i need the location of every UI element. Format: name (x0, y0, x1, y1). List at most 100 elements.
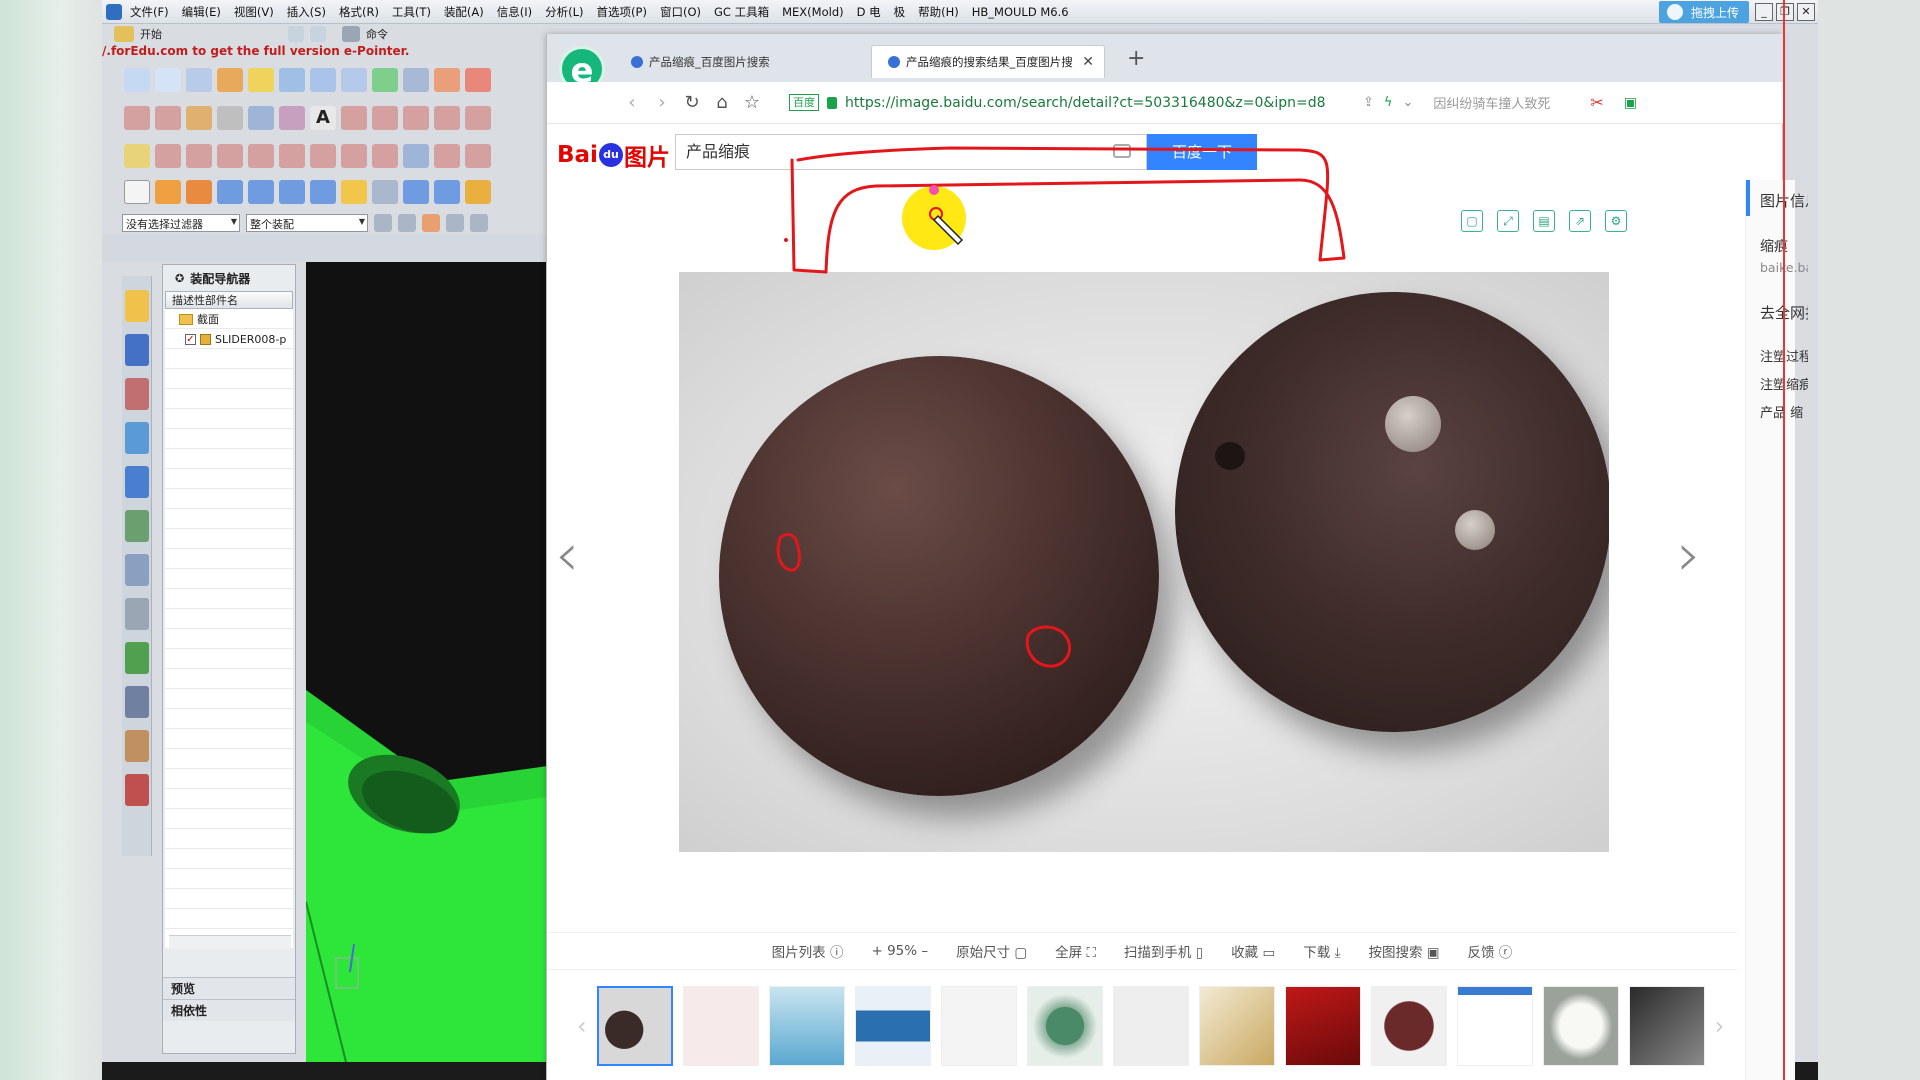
thumb-prev-icon[interactable]: ‹ (577, 1012, 587, 1040)
polygon-icon[interactable] (248, 106, 274, 130)
gear-icon[interactable] (372, 180, 398, 204)
menu-hb-mould[interactable]: HB_MOULD M6.6 (972, 5, 1069, 19)
offset-icon[interactable] (434, 68, 460, 92)
expand-icon[interactable]: ⤢ (1497, 210, 1519, 232)
zoom-control[interactable]: + 95% – (871, 943, 928, 959)
thumbnail-5[interactable] (940, 986, 1017, 1066)
save-icon[interactable]: ▤ (1533, 210, 1555, 232)
thumbnail-3[interactable] (768, 986, 845, 1066)
tree-node-section[interactable]: 截面 (165, 309, 293, 329)
snap-icon-1[interactable] (374, 214, 392, 232)
share-out-icon[interactable]: ⇗ (1569, 210, 1591, 232)
cylinder-icon[interactable] (434, 180, 460, 204)
main-image[interactable] (679, 272, 1609, 852)
snap-icon-3[interactable] (422, 214, 440, 232)
select-icon[interactable] (124, 144, 150, 168)
visibility-checkbox[interactable]: ✓ (185, 333, 196, 345)
search-button[interactable]: 百度一下 (1147, 134, 1257, 170)
image-list-button[interactable]: 图片列表 ⓘ (772, 941, 844, 961)
minimize-button[interactable]: _ (1755, 3, 1773, 21)
thumbnail-2[interactable] (682, 986, 759, 1066)
search-input[interactable]: 产品缩痕 (675, 134, 1147, 170)
url-field[interactable]: 百度 https://image.baidu.com/search/detail… (789, 90, 1349, 116)
restore-button[interactable]: ❐ (1776, 3, 1794, 21)
reuse-library-icon[interactable] (124, 422, 149, 454)
box-icon[interactable] (217, 180, 243, 204)
menu-edit[interactable]: 编辑(E) (182, 4, 221, 20)
menu-electrode[interactable]: D 电 (857, 4, 881, 20)
favorite-button[interactable]: 收藏 ▭ (1231, 941, 1275, 961)
cross-icon[interactable] (248, 144, 274, 168)
box5-icon[interactable] (403, 180, 429, 204)
menu-mex[interactable]: MEX(Mold) (782, 5, 844, 19)
menu-gc-toolbox[interactable]: GC 工具箱 (714, 4, 769, 20)
thumbnail-4[interactable] (854, 986, 931, 1066)
settings-gear-icon[interactable]: ⚙ (1605, 210, 1627, 232)
mesh-icon[interactable] (310, 68, 336, 92)
menu-preferences[interactable]: 首选项(P) (597, 4, 647, 20)
menu-file[interactable]: 文件(F) (130, 4, 169, 20)
sketch-rect-icon[interactable] (124, 68, 150, 92)
extension-icon[interactable]: ▣ (1624, 95, 1637, 111)
roles-icon[interactable] (124, 730, 149, 762)
line-icon[interactable] (124, 106, 150, 130)
fullscreen-button[interactable]: 全屏 ⛶ (1055, 941, 1096, 961)
thumbnail-1[interactable] (596, 986, 673, 1066)
undo-icon[interactable] (288, 26, 304, 42)
close-tab-icon[interactable]: ✕ (1082, 54, 1094, 70)
grid-icon[interactable] (403, 144, 429, 168)
scan-to-phone-button[interactable]: 扫描到手机 ▯ (1124, 941, 1203, 961)
horizontal-scrollbar[interactable] (169, 935, 291, 949)
new-tab-button[interactable]: + (1127, 46, 1145, 71)
wave-icon[interactable] (341, 144, 367, 168)
scope-select[interactable]: 整个装配 (246, 214, 368, 232)
menu-insert[interactable]: 插入(S) (287, 4, 326, 20)
offset-curve-icon[interactable] (434, 106, 460, 130)
type-filter-select[interactable]: 没有选择过滤器 (122, 214, 240, 232)
menu-tools[interactable]: 工具(T) (392, 4, 431, 20)
download-button[interactable]: 下载 ⤓ (1303, 941, 1340, 961)
menu-help[interactable]: 帮助(H) (918, 4, 959, 20)
thumbnail-8[interactable] (1198, 986, 1275, 1066)
search-by-image-button[interactable]: 按图搜索 ▣ (1368, 941, 1439, 961)
preview-section[interactable]: 预览 (163, 977, 295, 999)
tab-search-result[interactable]: 产品缩痕的搜索结果_百度图片搜 ✕ (871, 45, 1105, 78)
fillet-icon[interactable] (341, 106, 367, 130)
menu-assembly[interactable]: 装配(A) (444, 4, 484, 20)
disc-icon[interactable] (341, 180, 367, 204)
reload-icon[interactable]: ↻ (677, 92, 707, 113)
trim-icon[interactable] (403, 68, 429, 92)
arc3-icon[interactable] (465, 144, 491, 168)
share-icon[interactable]: ⇪ (1363, 95, 1374, 110)
thumb-next-icon[interactable]: › (1715, 1012, 1725, 1040)
green-surface-icon[interactable] (372, 68, 398, 92)
close-button[interactable]: ✕ (1797, 3, 1815, 21)
sweep-icon[interactable] (279, 68, 305, 92)
forward-icon[interactable]: › (647, 92, 677, 113)
box4-icon[interactable] (310, 180, 336, 204)
constraint-navigator-icon[interactable] (124, 334, 149, 366)
sketch-plane-icon[interactable] (155, 68, 181, 92)
grid-surface-icon[interactable] (341, 68, 367, 92)
thumbnail-11[interactable] (1456, 986, 1533, 1066)
stamp-icon[interactable] (465, 180, 491, 204)
baidu-image-logo[interactable]: Bai du 图片 (557, 138, 670, 172)
snap-icon-5[interactable] (470, 214, 488, 232)
menu-extra[interactable]: 极 (894, 4, 906, 20)
tools-icon[interactable] (124, 686, 149, 718)
tab-image-search[interactable]: 产品缩痕_百度图片搜索 (615, 45, 849, 78)
line2-icon[interactable] (155, 144, 181, 168)
command-finder-icon[interactable] (342, 26, 360, 42)
command-label[interactable]: 命令 (366, 26, 388, 42)
menu-info[interactable]: 信息(I) (497, 4, 532, 20)
web-browser-icon[interactable] (124, 466, 149, 498)
menu-format[interactable]: 格式(R) (339, 4, 379, 20)
upload-button[interactable]: 拖拽上传 (1658, 1, 1749, 23)
thumbnail-13[interactable] (1628, 986, 1705, 1066)
project-icon[interactable] (403, 106, 429, 130)
thumbnail-12[interactable] (1542, 986, 1619, 1066)
text-icon[interactable]: A (310, 106, 336, 130)
camera-icon[interactable] (1113, 144, 1131, 158)
next-image-arrow[interactable]: › (1677, 520, 1701, 590)
bridge-icon[interactable] (465, 106, 491, 130)
